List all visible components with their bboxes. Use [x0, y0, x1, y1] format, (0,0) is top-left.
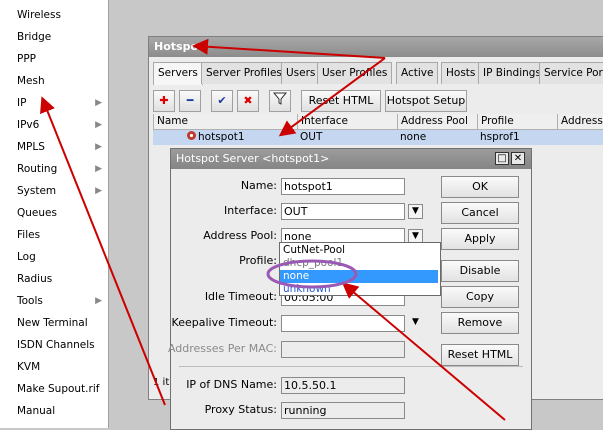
- arrow-to-row: [278, 57, 386, 137]
- arrow-to-ip-menu: [40, 96, 166, 406]
- annotation-overlay: [40, 38, 506, 421]
- highlight-oval: [266, 259, 358, 289]
- arrow-to-hotspot-title: [192, 38, 386, 59]
- arrow-to-dropdown: [341, 282, 506, 421]
